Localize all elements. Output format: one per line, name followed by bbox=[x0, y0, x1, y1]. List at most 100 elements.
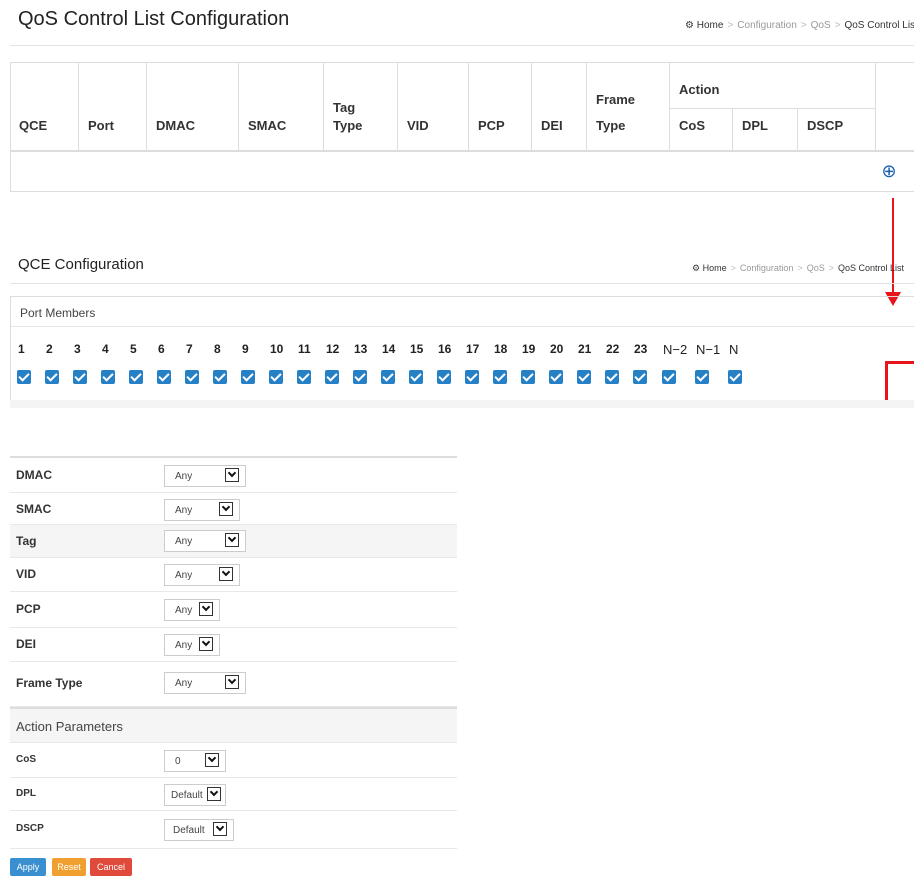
smac-label: SMAC bbox=[16, 502, 52, 516]
col-tag-type-1: Tag bbox=[333, 100, 356, 115]
port-checkbox[interactable] bbox=[437, 370, 451, 384]
breadcrumb-qos[interactable]: QoS bbox=[811, 20, 831, 31]
home-icon[interactable]: ⚙ bbox=[685, 20, 694, 31]
port-checkbox[interactable] bbox=[695, 370, 709, 384]
dpl-select[interactable]: Default bbox=[164, 784, 226, 806]
port-checkbox[interactable] bbox=[409, 370, 423, 384]
col-cos: CoS bbox=[679, 118, 705, 133]
port-label: 23 bbox=[634, 342, 648, 356]
port-checkbox[interactable] bbox=[728, 370, 742, 384]
home-icon[interactable]: ⚙ bbox=[692, 263, 700, 273]
apply-button[interactable]: Apply bbox=[10, 858, 46, 876]
port-checkbox[interactable] bbox=[605, 370, 619, 384]
port-checkbox[interactable] bbox=[129, 370, 143, 384]
port-checkbox[interactable] bbox=[297, 370, 311, 384]
cos-select[interactable]: 0 bbox=[164, 750, 226, 772]
dmac-label: DMAC bbox=[16, 468, 52, 482]
port-label: 4 bbox=[102, 342, 109, 356]
vid-label: VID bbox=[16, 567, 37, 581]
port-checkbox[interactable] bbox=[521, 370, 535, 384]
form-row-vid: VID Any bbox=[10, 558, 457, 592]
chevron-down-icon bbox=[225, 468, 239, 482]
col-dpl: DPL bbox=[742, 118, 768, 133]
breadcrumb-configuration[interactable]: Configuration bbox=[737, 20, 796, 31]
col-vid: VID bbox=[407, 118, 429, 133]
port-checkbox[interactable] bbox=[325, 370, 339, 384]
port-label: N bbox=[729, 342, 739, 357]
page-title: QoS Control List Configuration bbox=[18, 8, 290, 30]
add-qce-button[interactable]: ⊕ bbox=[880, 162, 898, 180]
port-checkbox[interactable] bbox=[465, 370, 479, 384]
col-dei: DEI bbox=[541, 118, 563, 133]
chevron-down-icon bbox=[225, 533, 239, 547]
breadcrumb-home[interactable]: Home bbox=[703, 263, 727, 273]
port-members-panel bbox=[10, 296, 914, 400]
tag-label: Tag bbox=[16, 534, 37, 548]
port-label: 19 bbox=[522, 342, 536, 356]
port-checkbox[interactable] bbox=[269, 370, 283, 384]
dpl-label: DPL bbox=[16, 788, 36, 799]
cancel-button[interactable]: Cancel bbox=[90, 858, 132, 876]
port-label: N−1 bbox=[696, 342, 721, 357]
form-row-dei: DEI Any bbox=[10, 628, 457, 662]
form-row-dpl: DPL Default bbox=[10, 778, 457, 811]
plus-circle-icon: ⊕ bbox=[881, 161, 897, 181]
dei-select[interactable]: Any bbox=[164, 634, 220, 656]
pcp-select[interactable]: Any bbox=[164, 599, 220, 621]
breadcrumb-home[interactable]: Home bbox=[697, 20, 724, 31]
dscp-select[interactable]: Default bbox=[164, 819, 234, 841]
chevron-down-icon bbox=[213, 822, 227, 836]
breadcrumb-current: QoS Control List bbox=[837, 263, 904, 273]
chevron-down-icon bbox=[207, 787, 221, 801]
breadcrumb: ⚙ Home > Configuration > QoS > QoS Control Lis bbox=[685, 20, 914, 31]
annotation-arrow bbox=[892, 198, 894, 294]
form-row-cos: CoS 0 bbox=[10, 743, 457, 778]
port-checkbox[interactable] bbox=[73, 370, 87, 384]
port-checkbox[interactable] bbox=[353, 370, 367, 384]
breadcrumb-qos[interactable]: QoS bbox=[807, 263, 825, 273]
breadcrumb-configuration[interactable]: Configuration bbox=[740, 263, 794, 273]
port-checkbox[interactable] bbox=[577, 370, 591, 384]
port-checkbox[interactable] bbox=[633, 370, 647, 384]
port-checkbox[interactable] bbox=[213, 370, 227, 384]
port-checkbox[interactable] bbox=[493, 370, 507, 384]
port-label: 11 bbox=[298, 342, 311, 356]
col-action: Action bbox=[679, 82, 720, 97]
section-title: QCE Configuration bbox=[18, 256, 144, 273]
port-label: 14 bbox=[382, 342, 396, 356]
tag-select[interactable]: Any bbox=[164, 530, 246, 552]
dmac-select[interactable]: Any bbox=[164, 465, 246, 487]
port-checkbox[interactable] bbox=[185, 370, 199, 384]
port-label: 9 bbox=[242, 342, 249, 356]
col-qce: QCE bbox=[19, 118, 48, 133]
port-checkbox[interactable] bbox=[45, 370, 59, 384]
chevron-down-icon bbox=[199, 602, 213, 616]
port-label: 5 bbox=[130, 342, 137, 356]
frame-type-select[interactable]: Any bbox=[164, 672, 246, 694]
port-checkbox[interactable] bbox=[241, 370, 255, 384]
col-frame-type-1: Frame bbox=[596, 92, 636, 107]
reset-button[interactable]: Reset bbox=[52, 858, 86, 876]
qce-list-table: QCE Port DMAC SMAC Tag Type VID PCP DEI … bbox=[10, 62, 914, 192]
col-frame-type-2: Type bbox=[596, 118, 626, 133]
port-checkbox[interactable] bbox=[549, 370, 563, 384]
port-checkbox[interactable] bbox=[662, 370, 676, 384]
dscp-label: DSCP bbox=[16, 823, 44, 834]
port-label: N−2 bbox=[663, 342, 688, 357]
chevron-down-icon bbox=[219, 567, 233, 581]
port-label: 8 bbox=[214, 342, 221, 356]
port-checkbox[interactable] bbox=[157, 370, 171, 384]
chevron-down-icon bbox=[199, 637, 213, 651]
dei-label: DEI bbox=[16, 637, 37, 651]
port-checkbox[interactable] bbox=[381, 370, 395, 384]
port-checkbox[interactable] bbox=[17, 370, 31, 384]
port-label: 22 bbox=[606, 342, 620, 356]
port-checkbox[interactable] bbox=[101, 370, 115, 384]
port-label: 2 bbox=[46, 342, 53, 356]
port-label: 15 bbox=[410, 342, 424, 356]
col-tag-type-2: Type bbox=[333, 118, 363, 133]
vid-select[interactable]: Any bbox=[164, 564, 240, 586]
port-label: 10 bbox=[270, 342, 284, 356]
smac-select[interactable]: Any bbox=[164, 499, 240, 521]
form-row-dscp: DSCP Default bbox=[10, 811, 457, 849]
